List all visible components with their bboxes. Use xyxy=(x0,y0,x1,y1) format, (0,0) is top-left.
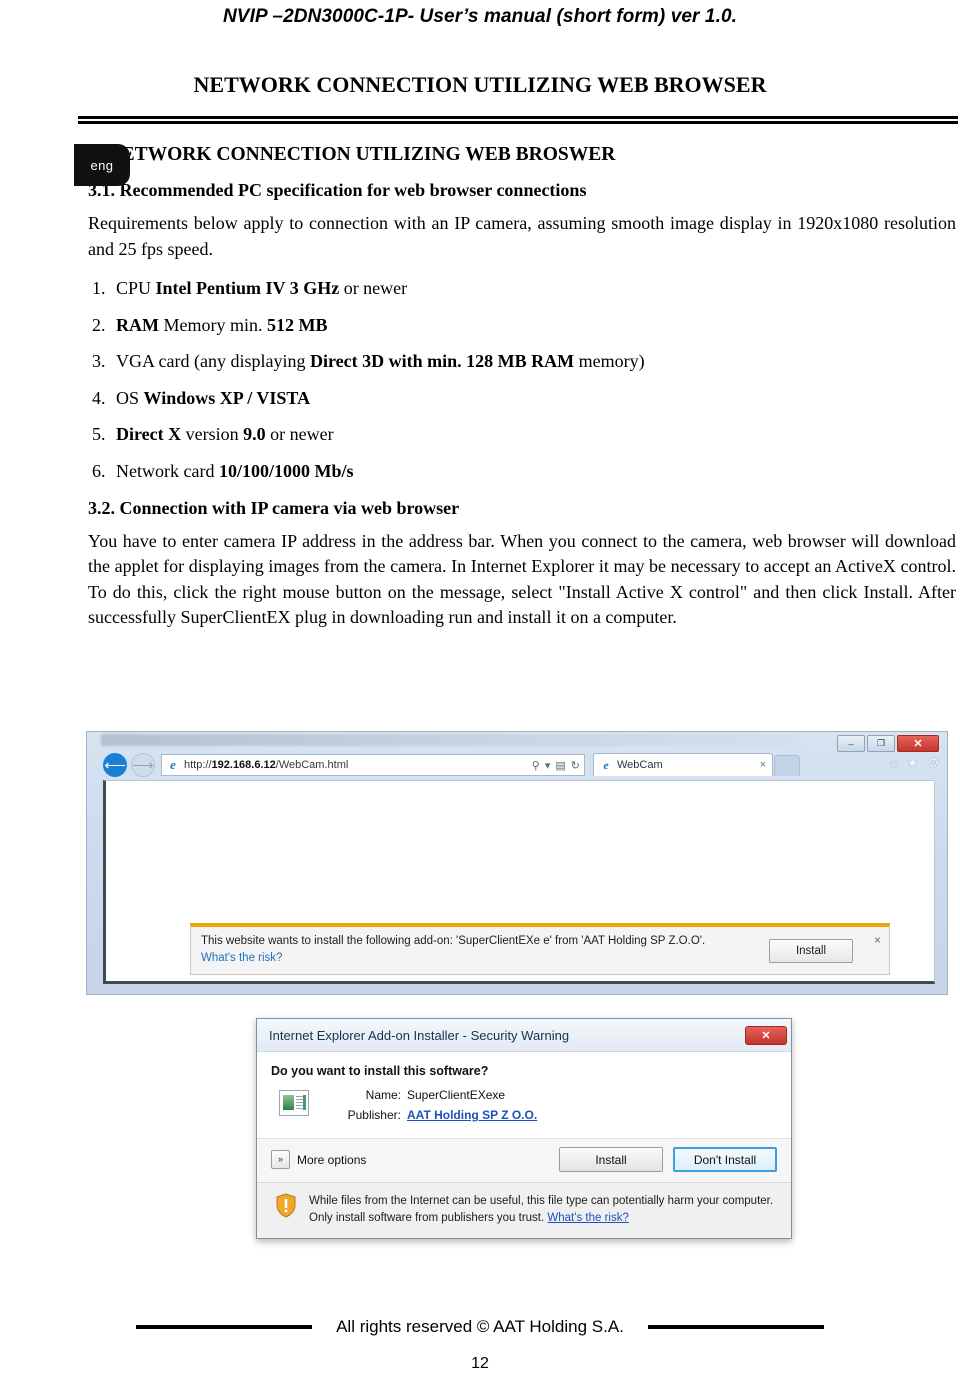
tab-favicon-icon: e xyxy=(603,757,609,772)
back-arrow-icon[interactable]: ⟵ xyxy=(103,753,127,777)
search-icon[interactable]: ⚲ xyxy=(532,759,540,772)
refresh-icon[interactable]: ↻ xyxy=(571,759,580,772)
list-item: Direct X version 9.0 or newer xyxy=(110,424,956,446)
page-number: 12 xyxy=(471,1355,489,1372)
section-3-1-paragraph: Requirements below apply to connection w… xyxy=(88,213,956,259)
spec-bold: Windows XP / VISTA xyxy=(143,387,311,408)
spec-bold: 10/100/1000 Mb/s xyxy=(218,461,354,482)
spec-bold: Intel Pentium IV 3 GHz xyxy=(155,278,340,299)
spec-bold: Direct 3D with min. 128 MB RAM xyxy=(309,351,575,372)
pc-specs-list: CPU Intel Pentium IV 3 GHz or newer RAM … xyxy=(88,278,956,483)
page-title: NETWORK CONNECTION UTILIZING WEB BROWSER xyxy=(193,72,767,97)
section-3-heading: 3. NETWORK CONNECTION UTILIZING WEB BROS… xyxy=(88,144,616,165)
address-bar[interactable]: e http://192.168.6.12/WebCam.html ⚲ ▾ ▤ … xyxy=(161,754,585,776)
home-icon[interactable]: ⌂ xyxy=(890,755,898,771)
browser-toolbar: ⟵ ⟶ e http://192.168.6.12/WebCam.html ⚲ … xyxy=(87,751,949,779)
list-item: VGA card (any displaying Direct 3D with … xyxy=(110,351,956,373)
section-3-1-heading: 3.1. Recommended PC specification for we… xyxy=(88,180,587,200)
dialog-titlebar: Internet Explorer Add-on Installer - Sec… xyxy=(257,1019,791,1052)
close-window-button[interactable]: ✕ xyxy=(897,735,939,752)
spec-prefix: OS xyxy=(116,387,144,408)
document-body: eng 3. NETWORK CONNECTION UTILIZING WEB … xyxy=(74,144,956,639)
dialog-close-button[interactable]: ✕ xyxy=(745,1025,787,1045)
warning-risk-link[interactable]: What's the risk? xyxy=(547,1212,628,1224)
page-footer: All rights reserved © AAT Holding S.A. xyxy=(0,1317,960,1337)
dialog-install-button[interactable]: Install xyxy=(559,1147,663,1172)
notification-message: This website wants to install the follow… xyxy=(201,935,706,947)
favorites-star-icon[interactable]: ★ xyxy=(907,755,919,771)
dialog-warning-area: While files from the Internet can be use… xyxy=(257,1182,791,1239)
address-bar-icons: ⚲ ▾ ▤ ↻ xyxy=(532,759,580,772)
list-item: CPU Intel Pentium IV 3 GHz or newer xyxy=(110,278,956,300)
publisher-link[interactable]: AAT Holding SP Z O.O. xyxy=(407,1108,537,1122)
list-item: RAM Memory min. 512 MB xyxy=(110,315,956,337)
section-3-2-paragraph: You have to enter camera IP address in t… xyxy=(88,530,956,628)
dialog-actions: » More options Install Don't Install xyxy=(257,1138,791,1182)
section-3-2-heading: 3.2. Connection with IP camera via web b… xyxy=(88,497,460,518)
dialog-dont-install-button[interactable]: Don't Install xyxy=(673,1147,777,1172)
security-warning-dialog: Internet Explorer Add-on Installer - Sec… xyxy=(256,1018,792,1240)
dialog-body: Do you want to install this software? Na… xyxy=(257,1052,791,1138)
more-options-label: More options xyxy=(297,1152,367,1167)
list-item: OS Windows XP / VISTA xyxy=(110,388,956,410)
chevron-down-icon[interactable]: ▾ xyxy=(545,759,551,772)
browser-window: – ❐ ✕ ⟵ ⟶ e http://192.168.6.12/WebCam.h… xyxy=(86,731,948,995)
spec-bold: Direct X xyxy=(116,424,182,445)
publisher-row: Publisher: AAT Holding SP Z O.O. xyxy=(337,1108,538,1122)
window-controls: – ❐ ✕ xyxy=(837,735,939,752)
spec-suffix: or newer xyxy=(339,278,408,299)
dialog-question: Do you want to install this software? xyxy=(271,1064,489,1078)
internet-explorer-icon: e xyxy=(170,757,176,772)
spec-bold2: 512 MB xyxy=(267,314,328,335)
maximize-button[interactable]: ❐ xyxy=(867,735,895,752)
url-host: 192.168.6.12 xyxy=(211,759,276,771)
spec-suffix: or newer xyxy=(265,424,334,445)
more-options-toggle[interactable]: » More options xyxy=(271,1150,366,1169)
chevron-double-down-icon[interactable]: » xyxy=(271,1150,290,1169)
url-path: /WebCam.html xyxy=(275,759,349,771)
new-tab-button[interactable] xyxy=(774,755,800,776)
spec-prefix: CPU xyxy=(116,278,156,299)
notification-close-icon[interactable]: × xyxy=(874,933,881,947)
warning-shield-icon xyxy=(276,1193,296,1218)
footer-copyright: All rights reserved © AAT Holding S.A. xyxy=(336,1317,624,1336)
spec-bold: RAM xyxy=(116,314,159,335)
publisher-label: Publisher: xyxy=(347,1108,401,1122)
tab-label: WebCam xyxy=(617,759,663,771)
addon-notification-bar: This website wants to install the follow… xyxy=(190,923,890,975)
spec-bold2: 9.0 xyxy=(243,424,266,445)
name-value: SuperClientEXexe xyxy=(407,1088,506,1102)
software-name-row: Name: SuperClientEXexe xyxy=(337,1088,537,1102)
browser-tab-webcam[interactable]: e WebCam × xyxy=(593,753,773,776)
gear-icon[interactable]: ⚙ xyxy=(927,755,939,771)
spec-mid: version xyxy=(181,424,244,445)
command-bar-icons: ⌂ ★ ⚙ xyxy=(890,755,939,771)
url-prefix: http:// xyxy=(184,759,212,771)
close-tab-icon[interactable]: × xyxy=(760,759,766,771)
window-titlebar xyxy=(101,734,801,746)
minimize-button[interactable]: – xyxy=(837,735,865,752)
browser-screenshot: – ❐ ✕ ⟵ ⟶ e http://192.168.6.12/WebCam.h… xyxy=(86,731,948,995)
language-tab-eng[interactable]: eng xyxy=(74,144,130,186)
footer-rule-right xyxy=(647,1325,824,1329)
header-divider xyxy=(78,116,958,124)
forward-arrow-icon[interactable]: ⟶ xyxy=(131,753,155,777)
footer-rule-left xyxy=(136,1325,313,1329)
notification-risk-link[interactable]: What's the risk? xyxy=(201,952,769,964)
warning-message: While files from the Internet can be use… xyxy=(309,1195,774,1224)
list-item: Network card 10/100/1000 Mb/s xyxy=(110,461,956,483)
running-header: NVIP –2DN3000C-1P- User’s manual (short … xyxy=(222,6,738,27)
warning-text: While files from the Internet can be use… xyxy=(309,1193,777,1226)
page-icon[interactable]: ▤ xyxy=(555,759,565,772)
name-label: Name: xyxy=(365,1088,401,1102)
spec-prefix: VGA card (any displaying xyxy=(116,351,310,372)
software-package-icon xyxy=(279,1090,309,1116)
address-bar-url: http://192.168.6.12/WebCam.html xyxy=(184,759,348,771)
dialog-title: Internet Explorer Add-on Installer - Sec… xyxy=(269,1027,570,1043)
spec-prefix: Network card xyxy=(116,461,219,482)
spec-suffix: memory) xyxy=(574,351,645,372)
notification-install-button[interactable]: Install xyxy=(769,939,853,963)
spec-mid: Memory min. xyxy=(159,314,267,335)
browser-viewport: This website wants to install the follow… xyxy=(103,780,935,984)
